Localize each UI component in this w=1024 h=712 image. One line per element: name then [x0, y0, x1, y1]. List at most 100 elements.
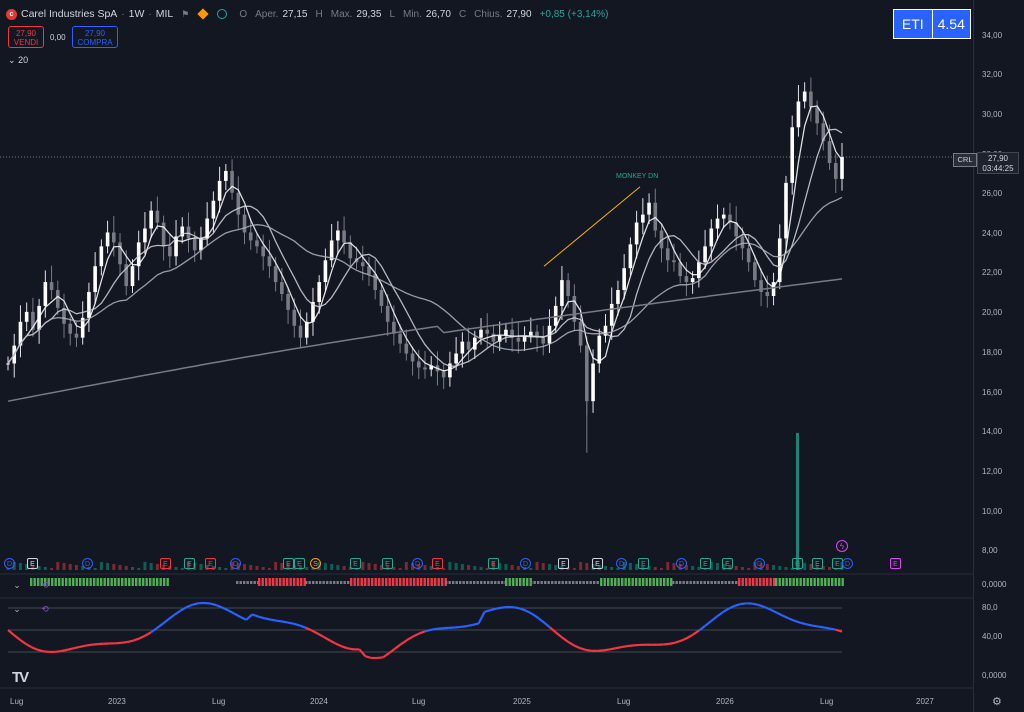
future-earnings-badge[interactable]: E [890, 558, 901, 569]
sell-button[interactable]: 27,90 VENDI [8, 26, 44, 48]
oscillator-line [269, 618, 277, 622]
histogram-bar [329, 581, 332, 584]
event-badge[interactable]: D [412, 558, 423, 569]
candle-body [99, 246, 104, 267]
event-badge[interactable]: E [722, 558, 733, 569]
histogram-bar [54, 578, 57, 586]
gear-icon[interactable]: ⚙ [992, 695, 1002, 708]
oscillator-line [275, 619, 283, 623]
oscillator-line [663, 642, 670, 646]
event-badge[interactable]: D [4, 558, 15, 569]
pane-collapse-icon[interactable]: ⌄ [10, 579, 24, 591]
event-badge[interactable]: E [294, 558, 305, 569]
interval[interactable]: 1W [129, 8, 145, 20]
event-badge[interactable]: D [230, 558, 241, 569]
candle-body [746, 248, 751, 263]
histogram-bar [675, 581, 678, 584]
event-badge[interactable]: E [160, 558, 171, 569]
candle-body [261, 246, 265, 257]
histogram-bar [522, 578, 525, 586]
histogram-bar [686, 581, 689, 584]
histogram-bar [666, 578, 669, 586]
histogram-bar [347, 581, 350, 584]
tradingview-logo[interactable]: TV [12, 669, 29, 686]
event-badge[interactable]: E [382, 558, 393, 569]
oscillator-line [341, 645, 348, 650]
histogram-bar [519, 578, 522, 586]
event-badge[interactable]: E [792, 558, 803, 569]
indicator-toggle[interactable]: ⌄ 20 [8, 55, 28, 66]
pane-settings-icon[interactable]: ⟲ [38, 579, 52, 591]
oscillator-line [430, 627, 438, 631]
histogram-bar [614, 578, 617, 586]
event-badge[interactable]: E [27, 558, 38, 569]
event-badge[interactable]: S [310, 558, 321, 569]
event-badge[interactable]: E [592, 558, 603, 569]
pattern-annotation[interactable]: MONKEY DN [616, 173, 658, 180]
histogram-bar [596, 581, 599, 584]
oscillator-line [210, 602, 217, 607]
histogram-bar [554, 581, 557, 584]
histogram-bar [100, 578, 103, 586]
volume-bar [610, 567, 614, 570]
event-badge[interactable]: E [638, 558, 649, 569]
oscillator-line [400, 639, 408, 645]
event-badge[interactable]: D [754, 558, 765, 569]
indicator-period: 20 [18, 55, 29, 65]
event-badge[interactable]: E [184, 558, 195, 569]
event-badge[interactable]: D [520, 558, 531, 569]
volume-bar [541, 563, 545, 570]
event-badge[interactable]: E [812, 558, 823, 569]
volume-bar [143, 562, 147, 570]
chart-canvas[interactable] [0, 0, 1024, 712]
volume-bar [224, 568, 228, 570]
event-badge[interactable]: D [616, 558, 627, 569]
event-badge[interactable]: E [205, 558, 216, 569]
oscillator-collapse-icon[interactable]: ⌄ [10, 603, 24, 615]
buy-button[interactable]: 27,90 COMPRA [72, 26, 118, 48]
oscillator-line [621, 644, 628, 649]
histogram-bar [149, 578, 152, 586]
candle-body [248, 232, 253, 241]
oscillator-line [704, 620, 712, 627]
event-badge[interactable]: E [350, 558, 361, 569]
oscillator-line [543, 621, 551, 629]
event-badge[interactable]: E [283, 558, 294, 569]
candle-body [833, 163, 838, 179]
histogram-bar [721, 581, 724, 584]
event-badge[interactable]: E [432, 558, 443, 569]
histogram-bar [437, 578, 440, 586]
event-badge[interactable]: E [488, 558, 499, 569]
diamond-icon[interactable] [197, 8, 209, 20]
histogram-bar [378, 578, 381, 586]
volume-bar [243, 564, 247, 570]
high-value: 29,35 [356, 8, 382, 20]
event-badge[interactable]: D [676, 558, 687, 569]
flag-icon[interactable]: ⚑ [181, 9, 189, 20]
oscillator-settings-icon[interactable]: ⟲ [38, 603, 52, 615]
oscillator-line [121, 640, 128, 644]
oscillator-line [800, 621, 807, 626]
histogram-bar [565, 581, 568, 584]
oscillator-line [418, 630, 426, 635]
oscillator-line [484, 609, 491, 613]
histogram-bar [645, 578, 648, 586]
histogram-bar [762, 578, 765, 586]
histogram-bar [610, 578, 613, 586]
lightning-icon[interactable]: ϟ [836, 540, 848, 552]
histogram-bar [707, 581, 710, 584]
volume-bar [99, 562, 103, 570]
volume-bar [784, 567, 788, 570]
event-badge[interactable]: D [82, 558, 93, 569]
pattern-line [543, 186, 641, 267]
market-status-icon[interactable] [217, 9, 228, 19]
volume-bar [529, 568, 533, 570]
candle-body [529, 331, 533, 336]
histogram-bar [258, 578, 261, 586]
oscillator-line [299, 624, 307, 629]
histogram-bar [714, 581, 717, 584]
event-badge[interactable]: E [700, 558, 711, 569]
event-badge[interactable]: D [842, 558, 853, 569]
symbol-title[interactable]: Carel Industries SpA [21, 8, 117, 20]
event-badge[interactable]: E [558, 558, 569, 569]
